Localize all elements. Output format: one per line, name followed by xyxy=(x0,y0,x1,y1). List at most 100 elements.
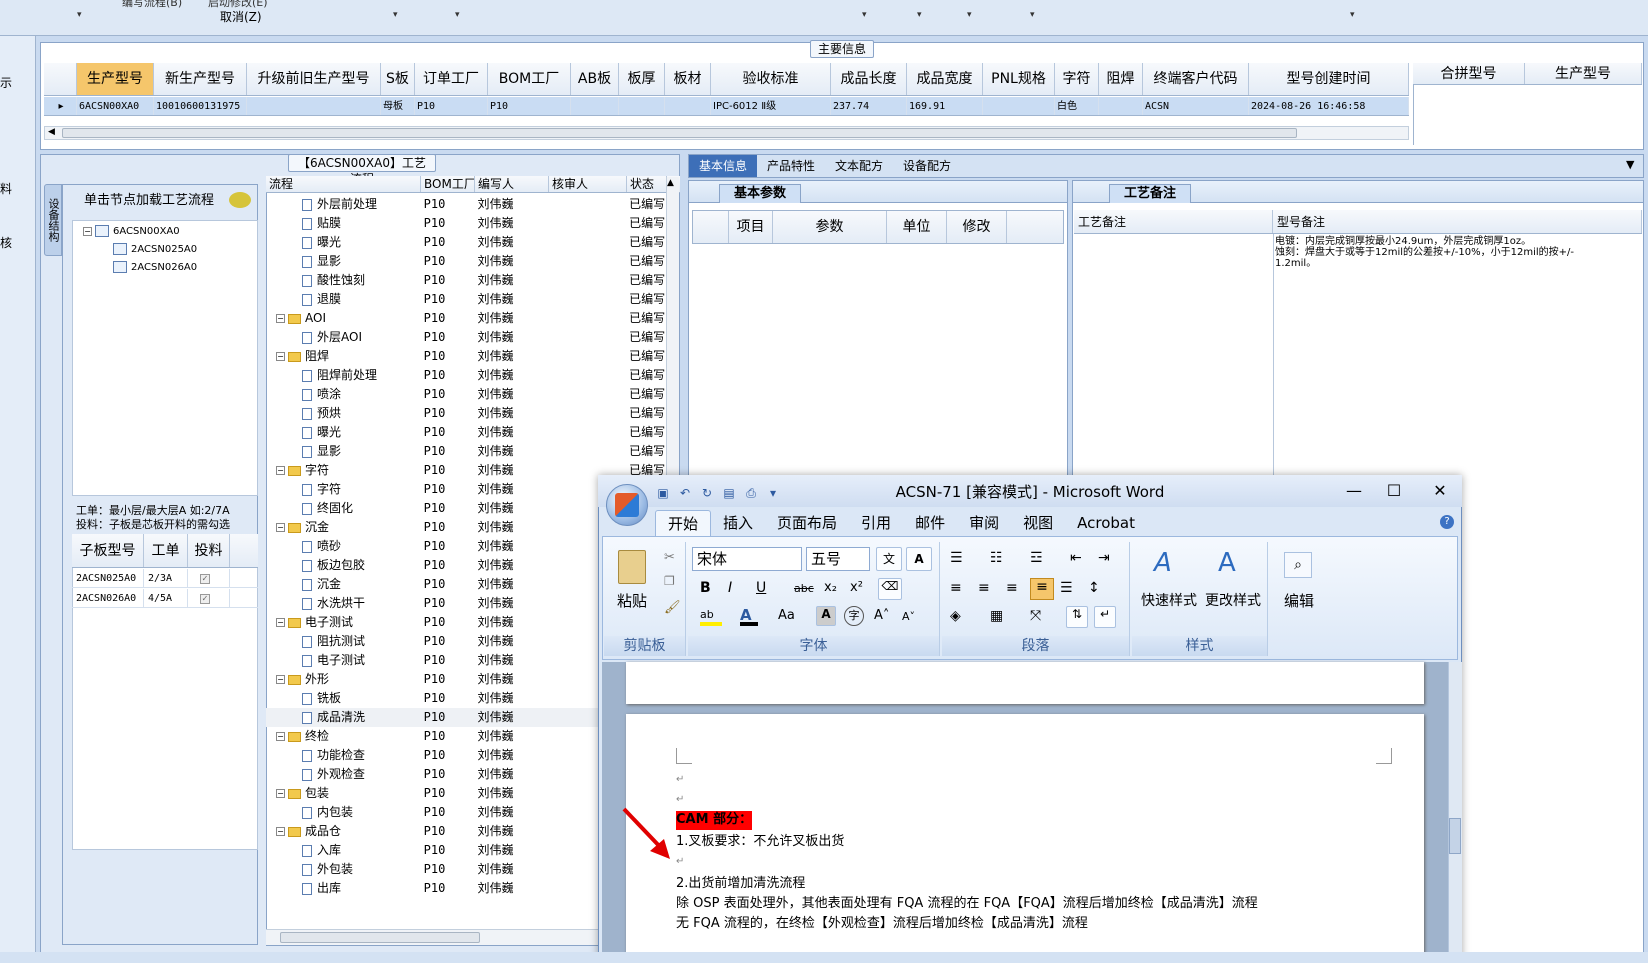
col-header[interactable]: BOM工厂 xyxy=(488,63,571,95)
col-header[interactable]: 工单 xyxy=(144,534,188,567)
highlight-icon[interactable]: ab xyxy=(700,608,722,626)
col-header[interactable]: 终端客户代码 xyxy=(1143,63,1249,95)
collapse-icon[interactable]: − xyxy=(276,523,285,532)
undo-icon[interactable]: ↶ xyxy=(677,486,693,500)
collapse-icon[interactable]: − xyxy=(83,226,92,236)
col-header[interactable]: 新生产型号 xyxy=(154,63,247,95)
chevron-down-icon[interactable]: ▾ xyxy=(393,10,398,20)
multilevel-list-icon[interactable]: ☲ xyxy=(1030,550,1043,566)
phonetic-guide-icon[interactable]: 文 xyxy=(876,547,902,571)
print-icon[interactable]: ⎙ xyxy=(743,486,759,500)
borders-icon[interactable]: ▦ xyxy=(990,608,1003,624)
table-row[interactable]: 显影 P10 刘伟巍 已编写 xyxy=(266,252,666,271)
col-header[interactable]: 验收标准 xyxy=(711,63,831,95)
col-header[interactable]: S板 xyxy=(381,63,415,95)
feed-checkbox[interactable]: ✓ xyxy=(200,594,210,604)
comment-bubble-icon[interactable] xyxy=(229,192,251,208)
character-shading-icon[interactable]: A xyxy=(816,606,836,626)
col-header[interactable]: 型号创建时间 xyxy=(1249,63,1409,95)
scrollbar-thumb[interactable] xyxy=(1449,818,1461,854)
minimize-button[interactable]: — xyxy=(1334,479,1374,503)
scroll-up-icon[interactable]: ▲ xyxy=(667,178,674,188)
change-styles-button[interactable]: 更改样式 xyxy=(1200,590,1266,610)
tab-references[interactable]: 引用 xyxy=(849,510,903,536)
bullets-icon[interactable]: ☰ xyxy=(950,550,963,566)
col-header[interactable]: 流程 xyxy=(266,176,421,192)
maximize-button[interactable]: ☐ xyxy=(1374,479,1414,503)
tab-acrobat[interactable]: Acrobat xyxy=(1065,510,1147,536)
table-row[interactable]: 曝光 P10 刘伟巍 已编写 xyxy=(266,423,666,442)
tab-insert[interactable]: 插入 xyxy=(711,510,765,536)
col-header[interactable]: 生产型号 xyxy=(77,63,154,95)
collapse-icon[interactable]: − xyxy=(276,732,285,741)
clear-formatting-icon[interactable]: ⌫ xyxy=(878,578,902,600)
tab-review[interactable]: 审阅 xyxy=(957,510,1011,536)
col-header[interactable]: 单位 xyxy=(887,211,947,243)
increase-indent-icon[interactable]: ⇥ xyxy=(1098,550,1110,566)
doc-heading-cam[interactable]: CAM 部分： xyxy=(676,810,752,830)
table-row[interactable]: 酸性蚀刻 P10 刘伟巍 已编写 xyxy=(266,271,666,290)
doc-line[interactable]: 无 FQA 流程的，在终检【外观检查】流程后增加终检【成品清洗】流程 xyxy=(676,914,1088,934)
chevron-down-icon[interactable]: ▾ xyxy=(77,10,82,20)
tab-home[interactable]: 开始 xyxy=(655,510,712,536)
chevron-down-icon[interactable]: ▾ xyxy=(455,10,460,20)
font-name-select[interactable]: 宋体 xyxy=(692,547,802,571)
paste-icon[interactable] xyxy=(618,550,646,584)
table-row[interactable]: 外层前处理 P10 刘伟巍 已编写 xyxy=(266,195,666,214)
decrease-indent-icon[interactable]: ⇤ xyxy=(1070,550,1082,566)
subscript-icon[interactable]: x₂ xyxy=(824,580,837,595)
menu-cancel[interactable]: 取消(Z) xyxy=(220,8,262,25)
customize-qat-icon[interactable]: ▾ xyxy=(765,486,781,500)
font-size-select[interactable]: 五号 xyxy=(806,547,870,571)
doc-line[interactable]: 1.叉板要求：不允许叉板出货 xyxy=(676,832,844,852)
vertical-tab-device[interactable]: 设备结构 xyxy=(44,184,62,256)
col-header[interactable]: 合拼型号 xyxy=(1413,63,1525,84)
left-nav-item[interactable]: 示 xyxy=(0,74,12,91)
table-row[interactable]: 曝光 P10 刘伟巍 已编写 xyxy=(266,233,666,252)
doc-line[interactable]: 除 OSP 表面处理外，其他表面处理有 FQA 流程的在 FQA【FQA】流程后… xyxy=(676,894,1258,914)
tab-craft-remarks[interactable]: 工艺备注 xyxy=(1109,184,1192,203)
col-header[interactable]: 投料 xyxy=(188,534,230,567)
font-color-icon[interactable]: A xyxy=(740,606,758,626)
table-row[interactable]: 2ACSN025A0 2/3A ✓ xyxy=(72,569,258,588)
tree-node[interactable]: 2ACSN025A0 xyxy=(113,241,257,259)
show-marks-icon[interactable]: ↵ xyxy=(1094,606,1116,628)
col-header[interactable]: 阻焊 xyxy=(1099,63,1143,95)
table-row[interactable]: 2ACSN026A0 4/5A ✓ xyxy=(72,589,258,608)
redo-icon[interactable]: ↻ xyxy=(699,486,715,500)
collapse-icon[interactable]: − xyxy=(276,789,285,798)
open-icon[interactable]: ▤ xyxy=(721,486,737,500)
chinese-layout-icon[interactable]: ⤧ xyxy=(1030,608,1041,624)
menu-write-flow[interactable]: 编写流程(B) xyxy=(122,0,182,10)
scrollbar-thumb[interactable] xyxy=(280,932,480,943)
tab-mailings[interactable]: 邮件 xyxy=(903,510,957,536)
align-right-icon[interactable]: ≡ xyxy=(1006,580,1018,596)
sort-icon[interactable]: ⇅ xyxy=(1066,606,1088,628)
feed-checkbox[interactable]: ✓ xyxy=(200,574,210,584)
col-header[interactable]: 升级前旧生产型号 xyxy=(247,63,381,95)
scrollbar-thumb[interactable] xyxy=(62,128,1297,138)
underline-icon[interactable]: U xyxy=(756,580,766,596)
table-row[interactable]: 阻焊前处理 P10 刘伟巍 已编写 xyxy=(266,366,666,385)
quick-styles-button[interactable]: 快速样式 xyxy=(1136,590,1202,610)
table-row[interactable]: − AOI P10 刘伟巍 已编写 xyxy=(266,309,666,328)
col-header[interactable]: 子板型号 xyxy=(72,534,144,567)
table-row[interactable]: − 阻焊 P10 刘伟巍 已编写 xyxy=(266,347,666,366)
find-icon[interactable]: ⌕ xyxy=(1284,552,1312,578)
col-header[interactable]: 编写人 xyxy=(475,176,549,192)
chevron-down-icon[interactable]: ▾ xyxy=(862,10,867,20)
table-row[interactable]: 贴膜 P10 刘伟巍 已编写 xyxy=(266,214,666,233)
collapse-icon[interactable]: − xyxy=(276,827,285,836)
col-header[interactable]: 工艺备注 xyxy=(1074,210,1273,233)
tab-page-layout[interactable]: 页面布局 xyxy=(765,510,849,536)
collapse-icon[interactable]: − xyxy=(276,618,285,627)
col-header[interactable]: 订单工厂 xyxy=(415,63,488,95)
tab-text-recipe[interactable]: 文本配方 xyxy=(825,155,893,177)
col-header[interactable]: 成品长度 xyxy=(831,63,907,95)
dropdown-arrow-icon[interactable]: ▼ xyxy=(1626,158,1634,171)
cut-icon[interactable]: ✂ xyxy=(664,550,675,565)
align-left-icon[interactable]: ≡ xyxy=(950,580,962,596)
table-row[interactable]: 外层AOI P10 刘伟巍 已编写 xyxy=(266,328,666,347)
tab-view[interactable]: 视图 xyxy=(1011,510,1065,536)
chevron-down-icon[interactable]: ▾ xyxy=(1350,10,1355,20)
